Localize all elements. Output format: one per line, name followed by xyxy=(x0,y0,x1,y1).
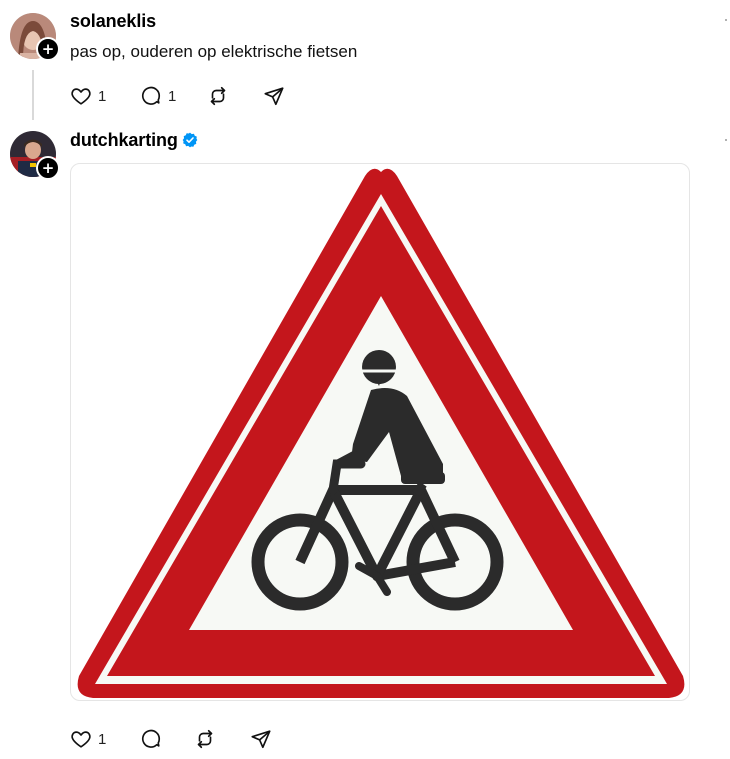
send-icon xyxy=(264,87,284,106)
more-options-icon[interactable] xyxy=(725,139,727,141)
action-bar: 1 xyxy=(70,726,310,752)
more-options-icon[interactable] xyxy=(725,19,727,21)
username-text: dutchkarting xyxy=(70,130,178,150)
repost-icon xyxy=(197,729,213,749)
reply-button[interactable] xyxy=(140,726,162,752)
comment-icon xyxy=(142,86,161,105)
thread-line xyxy=(32,70,34,120)
username[interactable]: dutchkarting xyxy=(70,130,198,151)
repost-icon xyxy=(210,86,226,106)
plus-icon: + xyxy=(41,39,55,58)
follow-button[interactable]: + xyxy=(36,37,60,61)
comment-icon xyxy=(142,729,161,748)
like-button[interactable]: 1 xyxy=(70,726,106,752)
send-icon xyxy=(251,730,271,749)
like-count: 1 xyxy=(98,87,107,105)
plus-icon: + xyxy=(41,158,55,177)
repost-button[interactable] xyxy=(194,726,216,752)
repost-button[interactable] xyxy=(207,83,229,109)
share-button[interactable] xyxy=(250,726,272,752)
heart-icon xyxy=(71,88,91,105)
action-bar: 1 1 xyxy=(70,83,310,109)
post-solaneklis: + solaneklis pas op, ouderen op elektris… xyxy=(0,0,730,120)
share-button[interactable] xyxy=(263,83,285,109)
cyclist-warning-sign xyxy=(77,168,685,699)
heart-icon xyxy=(71,731,91,748)
reply-button[interactable]: 1 xyxy=(140,83,176,109)
post-text: pas op, ouderen op elektrische fietsen xyxy=(70,42,358,61)
like-count: 1 xyxy=(98,730,107,748)
follow-button[interactable]: + xyxy=(36,156,60,180)
verified-badge-icon xyxy=(182,132,198,148)
post-image[interactable] xyxy=(70,163,690,701)
like-button[interactable]: 1 xyxy=(70,83,106,109)
reply-count: 1 xyxy=(168,87,177,105)
username[interactable]: solaneklis xyxy=(70,11,156,32)
